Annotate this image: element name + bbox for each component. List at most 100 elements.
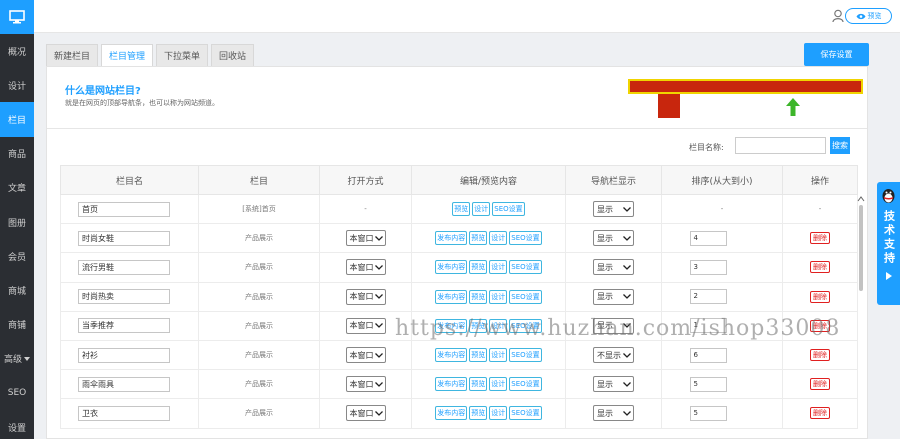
search-button[interactable]: 搜索 [830,137,850,154]
open-mode-select[interactable]: 本窗口 [345,230,386,247]
action-button[interactable]: 发布内容 [435,348,468,363]
action-button[interactable]: 发布内容 [435,377,468,392]
nav-display-select[interactable]: 显示 [593,405,634,422]
tab-2[interactable]: 下拉菜单 [156,44,209,66]
column-name-input[interactable]: 时尚热卖 [78,289,170,305]
action-button[interactable]: 设计 [489,406,508,421]
sidebar-item-4[interactable]: 文章 [0,171,34,205]
nav-display-select[interactable]: 显示 [593,376,634,393]
action-button[interactable]: 发布内容 [435,406,468,421]
table-row: 首页 [系统]首页 - 预览 设计 SEO设置 显示 - - [60,193,858,225]
action-button[interactable]: SEO设置 [509,260,542,275]
action-button[interactable]: 预览 [452,202,471,217]
nav-display-select[interactable]: 不显示 [593,347,634,364]
sidebar-item-10[interactable]: SEO [0,376,34,410]
delete-button[interactable]: 删除 [810,261,830,274]
nav-display-select[interactable]: 显示 [593,230,634,247]
chevron-down-icon [374,292,383,301]
tab-1[interactable]: 栏目管理 [101,44,154,66]
actions-cell: 发布内容 预览 设计 SEO设置 [411,252,566,283]
action-button[interactable]: 设计 [489,260,508,275]
column-name-search-input[interactable] [735,137,826,154]
delete-button[interactable]: 删除 [810,349,830,362]
user-icon[interactable] [832,9,844,26]
action-button[interactable]: 预览 [469,260,488,275]
sidebar: 概况 设计 栏目 商品 文章 图册 会员 商城 商铺 高级 SEO 设置 [0,0,34,439]
column-name-input[interactable]: 雨伞雨具 [78,376,170,392]
sort-order-input[interactable]: 6 [689,347,727,363]
open-mode-select[interactable]: 本窗口 [345,317,386,334]
action-button[interactable]: SEO设置 [509,377,542,392]
action-button[interactable]: 设计 [489,348,508,363]
scrollbar-thumb[interactable] [859,205,863,291]
table-row: 雨伞雨具 产品展示 本窗口 发布内容 预览 设计 SEO设置 显示 5 删除 [60,369,858,400]
nav-display-select[interactable]: 显示 [593,201,634,218]
action-button[interactable]: 设计 [489,231,508,246]
save-settings-button[interactable]: 保存设置 [804,43,869,66]
tab-0[interactable]: 新建栏目 [46,44,99,66]
sidebar-item-7[interactable]: 商城 [0,273,34,307]
monitor-icon[interactable] [0,0,34,34]
open-mode-select[interactable]: 本窗口 [345,405,386,422]
action-button[interactable]: 发布内容 [435,289,468,304]
delete-button[interactable]: 删除 [810,378,830,391]
sidebar-item-0[interactable]: 概况 [0,34,34,68]
sidebar-item-3[interactable]: 商品 [0,137,34,171]
tab-3[interactable]: 回收站 [211,44,255,66]
action-button[interactable]: SEO设置 [509,289,542,304]
column-name-input[interactable]: 时尚女鞋 [78,230,170,246]
column-header: 排序(从大到小) [661,165,783,195]
action-button[interactable]: 发布内容 [435,260,468,275]
column-name-input[interactable]: 卫衣 [78,405,170,421]
sidebar-item-6[interactable]: 会员 [0,239,34,273]
action-button[interactable]: SEO设置 [509,231,542,246]
action-button[interactable]: 设计 [472,202,491,217]
action-button[interactable]: 预览 [469,377,488,392]
sort-order-input[interactable]: 2 [689,289,727,305]
sort-order-input[interactable]: 5 [689,405,727,421]
scroll-up-icon[interactable] [857,196,865,202]
nav-display-select[interactable]: 显示 [593,288,634,305]
chevron-down-icon [374,380,383,389]
delete-button[interactable]: 删除 [810,232,830,245]
action-button[interactable]: 预览 [469,406,488,421]
action-button[interactable]: SEO设置 [509,406,542,421]
action-button[interactable]: 设计 [489,377,508,392]
action-button[interactable]: 预览 [469,348,488,363]
open-mode-value: 本窗口 [349,379,374,389]
nav-display-select[interactable]: 显示 [593,259,634,276]
chevron-down-icon [374,409,383,418]
preview-label: 预览 [867,12,882,20]
sort-order-input[interactable]: 4 [689,230,727,246]
sort-order-input[interactable]: 5 [689,376,727,392]
action-button[interactable]: 预览 [469,231,488,246]
column-name-input[interactable]: 衬衫 [78,347,170,363]
column-name-input[interactable]: 首页 [78,201,170,217]
action-button[interactable]: 发布内容 [435,231,468,246]
column-name-input[interactable]: 流行男鞋 [78,259,170,275]
tech-support-widget[interactable]: 技术支持 [877,182,900,305]
type-cell: 产品展示 [198,310,320,341]
sort-order-input[interactable]: 3 [689,259,727,275]
table-row: 时尚热卖 产品展示 本窗口 发布内容 预览 设计 SEO设置 显示 2 删除 [60,281,858,312]
action-button[interactable]: SEO设置 [509,348,542,363]
open-mode-select[interactable]: 本窗口 [345,259,386,276]
column-name-input[interactable]: 当季推荐 [78,318,170,334]
preview-button[interactable]: 预览 [845,8,892,24]
sidebar-item-1[interactable]: 设计 [0,68,34,102]
action-button[interactable]: 预览 [469,289,488,304]
open-mode-cell: 本窗口 [319,252,412,283]
sidebar-item-8[interactable]: 商铺 [0,308,34,342]
open-mode-select[interactable]: 本窗口 [345,288,386,305]
open-mode-select[interactable]: 本窗口 [345,376,386,393]
sidebar-item-5[interactable]: 图册 [0,205,34,239]
sidebar-item-11[interactable]: 设置 [0,410,34,439]
open-mode-select[interactable]: 本窗口 [345,347,386,364]
delete-button[interactable]: 删除 [810,407,830,420]
sidebar-item-2[interactable]: 栏目 [0,102,34,137]
sidebar-item-9[interactable]: 高级 [0,342,34,376]
open-mode-cell: 本窗口 [319,339,412,371]
action-button[interactable]: SEO设置 [492,202,525,217]
delete-button[interactable]: 删除 [810,290,830,303]
action-button[interactable]: 设计 [489,289,508,304]
